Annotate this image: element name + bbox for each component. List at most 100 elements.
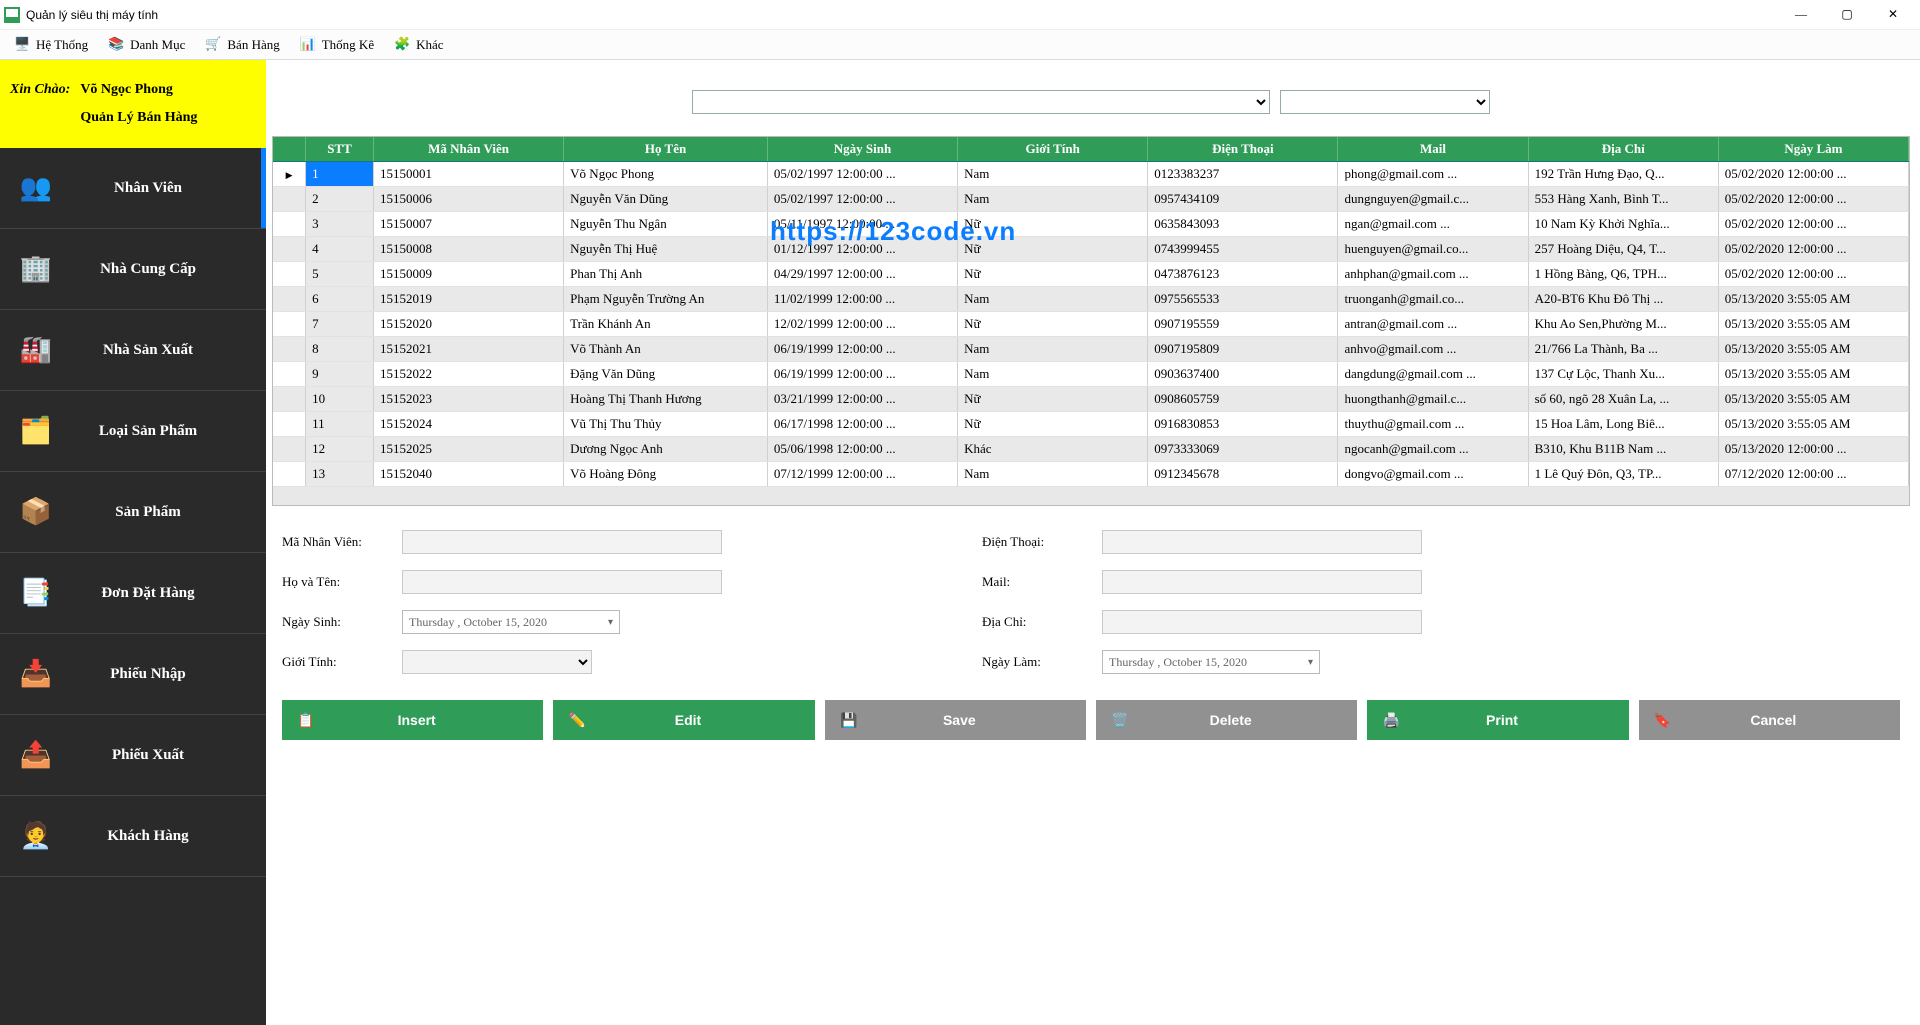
cell: 0973333069 (1148, 437, 1338, 462)
col-header[interactable] (273, 137, 306, 162)
window-maximize-button[interactable]: ▢ (1824, 1, 1870, 29)
cell: 15152020 (374, 312, 564, 337)
sidebar-item-label: Nhà Cung Cấp (80, 261, 250, 278)
print-icon: 🖨️ (1367, 700, 1415, 740)
col-header[interactable]: STT (306, 137, 374, 162)
cell: B310, Khu B11B Nam ... (1528, 437, 1718, 462)
insert-button[interactable]: 📋Insert (282, 700, 543, 740)
table-row[interactable]: 1215152025Dương Ngọc Anh05/06/1998 12:00… (273, 437, 1909, 462)
edit-button[interactable]: ✏️Edit (553, 700, 814, 740)
cell: 10 Nam Kỳ Khởi Nghĩa... (1528, 212, 1718, 237)
data-grid[interactable]: STTMã Nhân ViênHọ TênNgày SinhGiới TínhĐ… (272, 136, 1910, 506)
form-field-ĐiệnThoại[interactable] (1102, 530, 1422, 554)
sidebar-item-0[interactable]: 👥Nhân Viên (0, 148, 266, 229)
cell: 12 (306, 437, 374, 462)
table-row[interactable]: 515150009Phan Thị Anh04/29/1997 12:00:00… (273, 262, 1909, 287)
window-minimize-button[interactable]: — (1778, 1, 1824, 29)
form-label: Mã Nhân Viên: (282, 534, 382, 550)
table-row[interactable]: 1315152040Võ Hoàng Đông07/12/1999 12:00:… (273, 462, 1909, 487)
table-row[interactable]: 315150007Nguyễn Thu Ngân05/11/1997 12:00… (273, 212, 1909, 237)
edit-icon: ✏️ (553, 700, 601, 740)
table-row[interactable]: 915152022Đặng Văn Dũng06/19/1999 12:00:0… (273, 362, 1909, 387)
menu-Khác[interactable]: 🧩Khác (384, 32, 453, 58)
sidebar-item-5[interactable]: 📑 Đơn Đặt Hàng (0, 553, 266, 634)
form-row: Ngày Làm:Thursday , October 15, 2020▾ (982, 650, 1422, 674)
cell: Trần Khánh An (564, 312, 768, 337)
col-header[interactable]: Địa Chỉ (1528, 137, 1718, 162)
sidebar-item-1[interactable]: 🏢Nhà Cung Cấp (0, 229, 266, 310)
form-label: Điện Thoại: (982, 534, 1082, 550)
form-field-NgàyLàm[interactable]: Thursday , October 15, 2020▾ (1102, 650, 1320, 674)
cell: 15152022 (374, 362, 564, 387)
table-row[interactable]: 815152021Võ Thành An06/19/1999 12:00:00 … (273, 337, 1909, 362)
sidebar-icon: 📥 (16, 654, 56, 694)
form-field-NgàySinh[interactable]: Thursday , October 15, 2020▾ (402, 610, 620, 634)
menu-Hệ Thống[interactable]: 🖥️Hệ Thống (4, 32, 98, 58)
cancel-button[interactable]: 🔖Cancel (1639, 700, 1900, 740)
form-field-GiớiTính[interactable] (402, 650, 592, 674)
cell: 0907195559 (1148, 312, 1338, 337)
menu-Danh Mục[interactable]: 📚Danh Mục (98, 32, 195, 58)
print-button[interactable]: 🖨️Print (1367, 700, 1628, 740)
col-header[interactable]: Mail (1338, 137, 1528, 162)
filter-combo-2[interactable] (1280, 90, 1490, 114)
delete-button[interactable]: 🗑️Delete (1096, 700, 1357, 740)
cell: 192 Trần Hưng Đạo, Q... (1528, 162, 1718, 187)
table-row[interactable]: 215150006Nguyễn Văn Dũng05/02/1997 12:00… (273, 187, 1909, 212)
cell: 8 (306, 337, 374, 362)
window-close-button[interactable]: ✕ (1870, 1, 1916, 29)
sidebar-item-2[interactable]: 🏭Nhà Sản Xuất (0, 310, 266, 391)
col-header[interactable]: Mã Nhân Viên (374, 137, 564, 162)
cell: 0473876123 (1148, 262, 1338, 287)
sidebar-item-7[interactable]: 📤Phiếu Xuất (0, 715, 266, 796)
cell: 11/02/1999 12:00:00 ... (767, 287, 957, 312)
cell: 137 Cự Lộc, Thanh Xu... (1528, 362, 1718, 387)
row-indicator (273, 262, 306, 287)
col-header[interactable]: Ngày Làm (1718, 137, 1908, 162)
cell: Nữ (958, 312, 1148, 337)
table-row[interactable]: 115150001Võ Ngọc Phong05/02/1997 12:00:0… (273, 162, 1909, 187)
cell: 05/13/2020 3:55:05 AM (1718, 337, 1908, 362)
cell: Nam (958, 462, 1148, 487)
filter-bar (272, 64, 1910, 136)
cell: 15152025 (374, 437, 564, 462)
sidebar-icon: 🗂️ (16, 411, 56, 451)
cell: 15150007 (374, 212, 564, 237)
cell: 05/02/1997 12:00:00 ... (767, 162, 957, 187)
menu-Bán Hàng[interactable]: 🛒Bán Hàng (195, 32, 289, 58)
table-row[interactable]: 715152020Trần Khánh An12/02/1999 12:00:0… (273, 312, 1909, 337)
cell: antran@gmail.com ... (1338, 312, 1528, 337)
table-row[interactable]: 615152019Phạm Nguyễn Trường An11/02/1999… (273, 287, 1909, 312)
sidebar-item-label: Sản Phẩm (80, 504, 250, 521)
form-field-ĐịaChỉ[interactable] (1102, 610, 1422, 634)
sidebar-item-3[interactable]: 🗂️Loại Sản Phẩm (0, 391, 266, 472)
col-header[interactable]: Họ Tên (564, 137, 768, 162)
row-indicator (273, 287, 306, 312)
cell: 11 (306, 412, 374, 437)
save-button[interactable]: 💾Save (825, 700, 1086, 740)
table-row[interactable]: 415150008Nguyễn Thị Huệ01/12/1997 12:00:… (273, 237, 1909, 262)
sidebar-item-4[interactable]: 📦 Sản Phẩm (0, 472, 266, 553)
cell: 05/06/1998 12:00:00 ... (767, 437, 957, 462)
sidebar-icon: 📦 (16, 492, 56, 532)
cell: 05/13/2020 3:55:05 AM (1718, 412, 1908, 437)
cell: Khác (958, 437, 1148, 462)
filter-combo-1[interactable] (692, 90, 1270, 114)
sidebar-item-label: Đơn Đặt Hàng (80, 585, 250, 602)
titlebar: Quản lý siêu thị máy tính — ▢ ✕ (0, 0, 1920, 30)
sidebar-item-6[interactable]: 📥Phiếu Nhập (0, 634, 266, 715)
sidebar-icon: 📑 (16, 573, 56, 613)
col-header[interactable]: Điện Thoại (1148, 137, 1338, 162)
col-header[interactable]: Ngày Sinh (767, 137, 957, 162)
table-row[interactable]: 1015152023Hoàng Thị Thanh Hương03/21/199… (273, 387, 1909, 412)
form-row: Điện Thoại: (982, 530, 1422, 554)
table-row[interactable]: 1115152024Vũ Thị Thu Thủy06/17/1998 12:0… (273, 412, 1909, 437)
form-field-HọvàTên[interactable] (402, 570, 722, 594)
form-field-Mail[interactable] (1102, 570, 1422, 594)
menu-Thống Kê[interactable]: 📊Thống Kê (290, 32, 384, 58)
cell: dangdung@gmail.com ... (1338, 362, 1528, 387)
sidebar-item-8[interactable]: 🧑‍💼Khách Hàng (0, 796, 266, 877)
form-field-MãNhânViên[interactable] (402, 530, 722, 554)
col-header[interactable]: Giới Tính (958, 137, 1148, 162)
row-indicator (273, 412, 306, 437)
